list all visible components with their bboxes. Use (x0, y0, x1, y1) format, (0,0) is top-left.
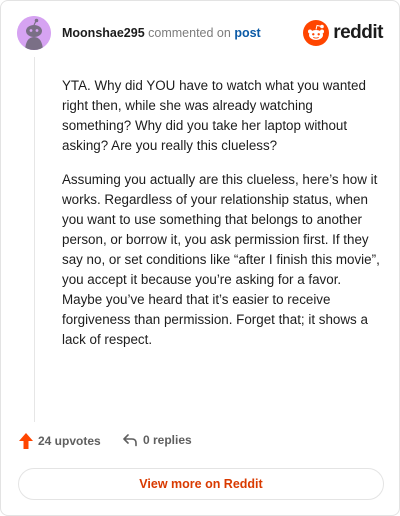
username[interactable]: Moonshae295 (62, 26, 145, 40)
reddit-wordmark: reddit (333, 22, 383, 43)
reply-button[interactable]: 0 replies (123, 433, 192, 447)
reddit-logo[interactable]: reddit (303, 20, 383, 46)
comment-embed-card: Moonshae295 commented on post reddit YTA… (0, 0, 400, 516)
reply-count: 0 replies (143, 433, 192, 447)
comment-paragraph: Assuming you actually are this clueless,… (62, 172, 380, 347)
comment-header: Moonshae295 commented on post reddit (17, 16, 383, 52)
reply-arrow-icon (123, 434, 137, 447)
reddit-logo-icon (303, 20, 330, 46)
post-link[interactable]: post (234, 26, 260, 40)
upvote-button[interactable]: 24 upvotes (19, 433, 101, 449)
upvote-arrow-icon (19, 433, 33, 449)
commented-on-label: commented on (148, 26, 231, 40)
user-avatar[interactable] (17, 16, 51, 50)
comment-paragraph: YTA. Why did YOU have to watch what you … (62, 78, 366, 153)
snoo-avatar-icon (17, 16, 51, 50)
comment-byline: Moonshae295 commented on post (62, 26, 261, 40)
comment-body: YTA. Why did YOU have to watch what you … (62, 76, 380, 364)
view-more-button[interactable]: View more on Reddit (18, 468, 384, 500)
upvote-count: 24 upvotes (38, 434, 101, 448)
thread-line (34, 57, 35, 422)
